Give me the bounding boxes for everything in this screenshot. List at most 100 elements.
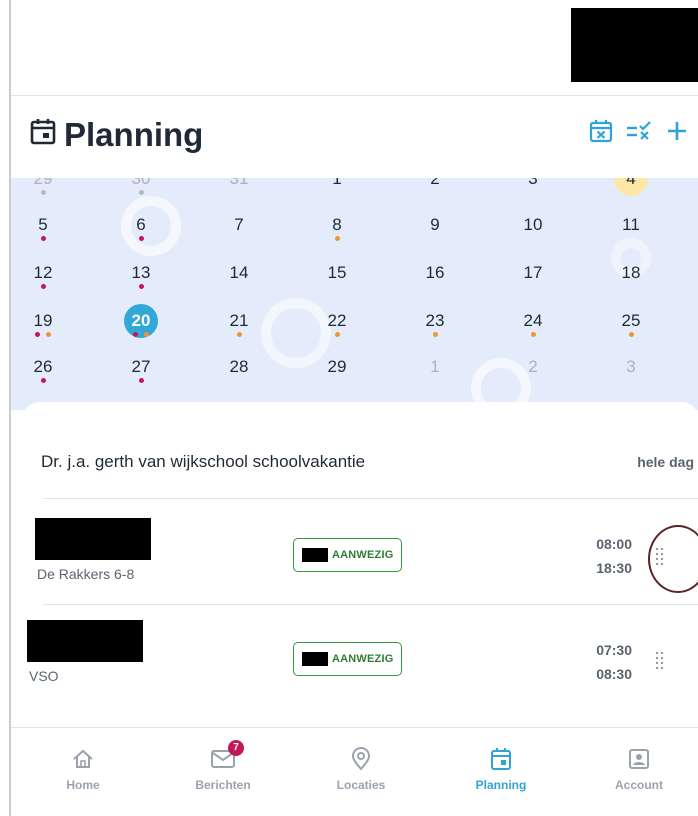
agenda-entry[interactable]: VSO AANWEZIG 07:30 08:30 <box>23 608 698 708</box>
drag-handle-icon[interactable] <box>655 652 665 670</box>
calendar-day[interactable]: 18 <box>601 256 661 304</box>
calendar-day[interactable]: 6 <box>111 208 171 256</box>
calendar-day[interactable]: 26 <box>13 350 73 398</box>
day-number: 3 <box>626 357 636 376</box>
day-number: 14 <box>229 263 249 282</box>
nav-account[interactable]: Account <box>579 728 698 816</box>
calendar-day[interactable]: 12 <box>13 256 73 304</box>
redacted-block <box>571 8 698 82</box>
divider <box>43 604 698 605</box>
day-number: 2 <box>430 178 440 188</box>
status-badge: AANWEZIG <box>293 642 403 676</box>
calendar-day[interactable]: 29 <box>307 350 367 398</box>
event-dot <box>35 332 40 337</box>
calendar-week-row: 29 30 31 1 2 3 4 <box>21 178 698 210</box>
calendar-week-row: 19 20 21 22 23 24 25 <box>21 304 698 352</box>
holiday-title: Dr. j.a. gerth van wijkschool schoolvaka… <box>41 452 366 471</box>
nav-locaties[interactable]: Locaties <box>301 728 421 816</box>
day-number: 31 <box>229 178 249 188</box>
redacted-block <box>302 548 328 562</box>
calendar-day[interactable]: 9 <box>405 208 465 256</box>
calendar-day[interactable]: 16 <box>405 256 465 304</box>
calendar-day[interactable]: 19 <box>13 304 73 352</box>
event-dots <box>13 378 73 383</box>
calendar-day[interactable]: 15 <box>307 256 367 304</box>
event-dot <box>144 332 149 337</box>
status-badge: AANWEZIG <box>293 538 403 572</box>
list-check-button[interactable] <box>626 120 652 146</box>
calendar-day[interactable]: 25 <box>601 304 661 352</box>
day-number: 7 <box>234 215 244 234</box>
calendar-day[interactable]: 20 <box>111 304 171 352</box>
day-number: 18 <box>621 263 641 282</box>
calendar-day[interactable]: 8 <box>307 208 367 256</box>
event-dot <box>40 190 46 195</box>
calendar-day[interactable]: 24 <box>503 304 563 352</box>
calendar-day[interactable]: 14 <box>209 256 269 304</box>
agenda-entry[interactable]: De Rakkers 6-8 AANWEZIG 08:00 18:30 <box>23 502 698 602</box>
calendar-week-row: 5 6 7 8 9 10 11 <box>21 208 698 256</box>
nav-label: Locaties <box>336 778 386 792</box>
calendar-day[interactable]: 4 <box>601 178 661 210</box>
nav-home[interactable]: Home <box>23 728 143 816</box>
calendar-day[interactable]: 3 <box>601 350 661 398</box>
agenda-panel: Dr. j.a. gerth van wijkschool schoolvaka… <box>23 402 698 732</box>
day-number: 16 <box>425 263 445 282</box>
event-dot <box>236 332 242 337</box>
calendar-day[interactable]: 13 <box>111 256 171 304</box>
event-dots <box>111 190 171 195</box>
calendar-day[interactable]: 27 <box>111 350 171 398</box>
nav-berichten[interactable]: 7 Berichten <box>163 728 283 816</box>
calendar-day[interactable]: 17 <box>503 256 563 304</box>
calendar-day[interactable]: 10 <box>503 208 563 256</box>
event-dots <box>111 236 171 241</box>
calendar-day[interactable]: 5 <box>13 208 73 256</box>
start-time: 07:30 <box>596 642 632 658</box>
calendar-day[interactable]: 1 <box>307 178 367 210</box>
event-dot <box>628 332 634 337</box>
calendar-day[interactable]: 11 <box>601 208 661 256</box>
event-dot <box>46 332 51 337</box>
entry-times: 08:00 18:30 <box>596 532 632 580</box>
calendar-day[interactable]: 1 <box>405 350 465 398</box>
status-label: AANWEZIG <box>332 549 394 561</box>
event-dots <box>111 378 171 383</box>
page-header: Planning <box>30 112 698 162</box>
calendar-day[interactable]: 23 <box>405 304 465 352</box>
event-dots <box>111 332 171 337</box>
divider <box>43 498 698 499</box>
event-dot <box>40 284 46 289</box>
add-button[interactable] <box>664 120 690 146</box>
day-number: 1 <box>332 178 342 188</box>
event-dot <box>138 378 144 383</box>
event-dots <box>307 236 367 241</box>
nav-planning[interactable]: Planning <box>441 728 561 816</box>
event-dot <box>40 236 46 241</box>
divider <box>11 95 698 96</box>
calendar-day[interactable]: 29 <box>13 178 73 210</box>
event-dot <box>334 332 340 337</box>
calendar-day[interactable]: 31 <box>209 178 269 210</box>
day-number: 15 <box>327 263 347 282</box>
event-dots <box>601 332 661 337</box>
calendar-cancel-button[interactable] <box>588 119 614 146</box>
calendar-day[interactable]: 28 <box>209 350 269 398</box>
calendar-day[interactable]: 3 <box>503 178 563 210</box>
event-dot <box>138 236 144 241</box>
day-number: 28 <box>229 357 249 376</box>
start-time: 08:00 <box>596 536 632 552</box>
entry-location: VSO <box>29 668 59 684</box>
calendar-week-row: 12 13 14 15 16 17 18 <box>21 256 698 304</box>
page-title-text: Planning <box>64 116 204 153</box>
redacted-name <box>35 518 151 560</box>
calendar-day[interactable]: 30 <box>111 178 171 210</box>
status-label: AANWEZIG <box>332 653 394 665</box>
event-dots <box>209 332 269 337</box>
calendar-day[interactable]: 7 <box>209 208 269 256</box>
event-dots <box>13 332 73 337</box>
calendar-day[interactable]: 21 <box>209 304 269 352</box>
day-number: 11 <box>622 215 640 234</box>
calendar-day[interactable]: 22 <box>307 304 367 352</box>
calendar-day[interactable]: 2 <box>405 178 465 210</box>
calendar-day[interactable]: 2 <box>503 350 563 398</box>
